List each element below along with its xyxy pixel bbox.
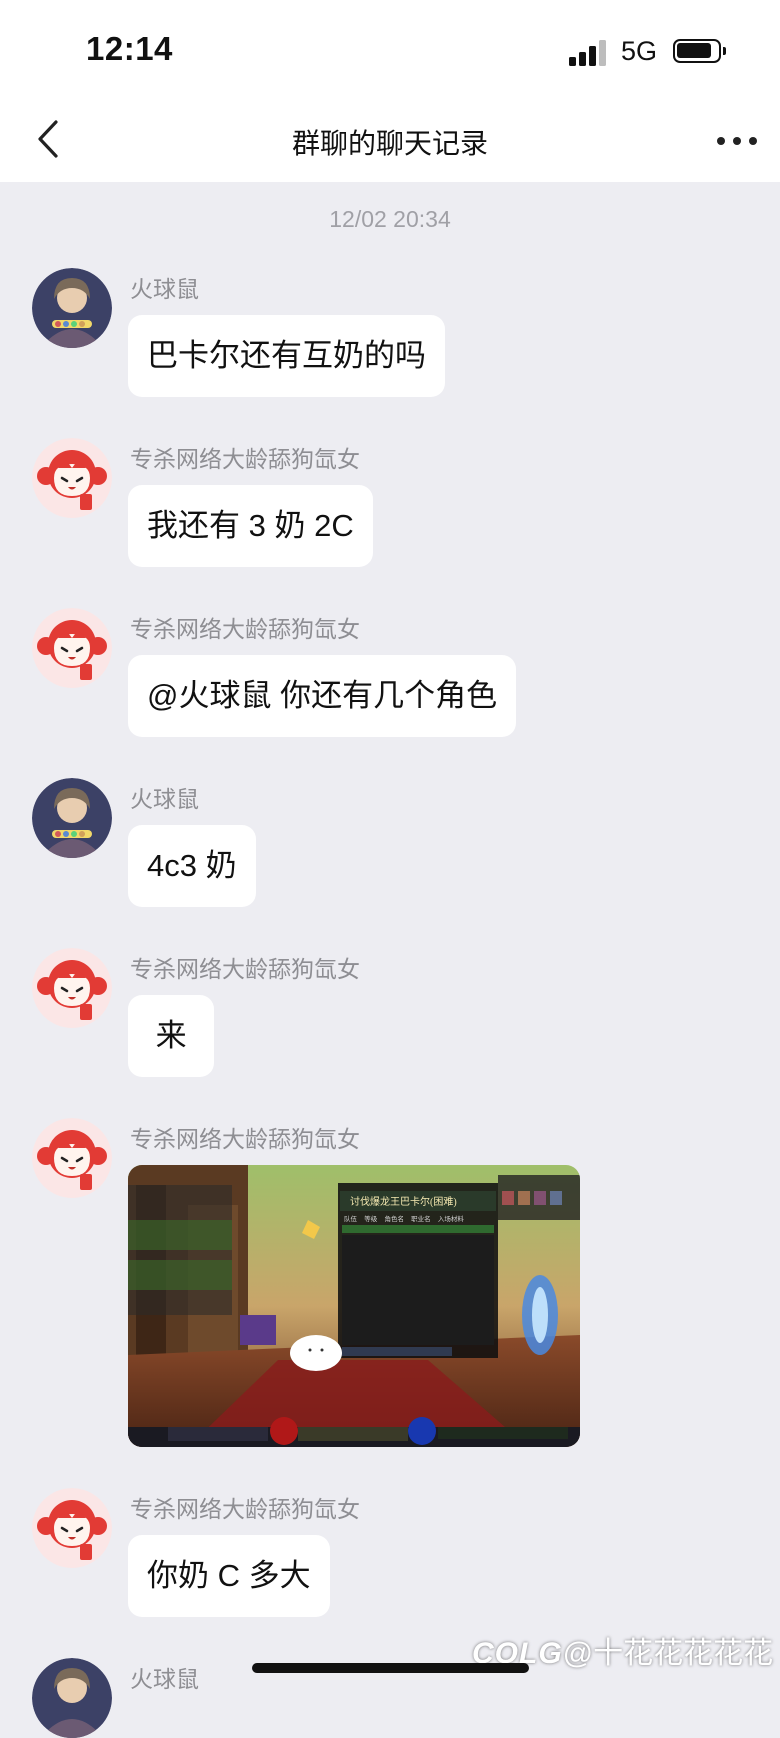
status-bar: 12:14 5G [0, 0, 780, 100]
user-avatar-icon [32, 778, 112, 858]
message-bubble[interactable]: 你奶 C 多大 [128, 1535, 330, 1617]
panel-table-header: 队伍 等级 角色名 职业名 入场材料 [344, 1214, 464, 1223]
game-screenshot-image: 讨伐爆龙王巴卡尔(困难) 队伍 等级 角色名 职业名 入场材料 [128, 1165, 580, 1447]
battery-icon [673, 39, 726, 63]
message-bubble[interactable]: @火球鼠 你还有几个角色 [128, 655, 517, 737]
watermark-text: @十花花花花花 [562, 1637, 774, 1670]
avatar[interactable] [32, 948, 112, 1028]
message-bubble[interactable]: 我还有 3 奶 2C [128, 485, 373, 567]
chat-history[interactable]: 12/02 20:34 火球鼠 巴卡尔还有互奶的吗 专杀网络大龄舔狗氙女 我还有… [0, 182, 780, 1738]
signal-bars-icon [569, 40, 609, 66]
sender-name: 专杀网络大龄舔狗氙女 [130, 616, 360, 642]
nav-bar: 群聊的聊天记录 [0, 100, 780, 182]
cartoon-girl-avatar-icon [32, 608, 112, 688]
image-message[interactable]: 讨伐爆龙王巴卡尔(困难) 队伍 等级 角色名 职业名 入场材料 [128, 1165, 580, 1447]
avatar[interactable] [32, 268, 112, 348]
sender-name: 专杀网络大龄舔狗氙女 [130, 956, 360, 982]
page-title: 群聊的聊天记录 [291, 128, 488, 159]
network-label: 5G [621, 36, 658, 66]
sender-name: 专杀网络大龄舔狗氙女 [130, 1496, 360, 1522]
sender-name: 火球鼠 [130, 1666, 199, 1692]
sender-name: 专杀网络大龄舔狗氙女 [130, 1126, 360, 1152]
message-bubble[interactable]: 来 [128, 995, 215, 1077]
more-dots-icon [717, 137, 757, 145]
avatar[interactable] [32, 438, 112, 518]
avatar[interactable] [32, 1488, 112, 1568]
cartoon-girl-avatar-icon [32, 1488, 112, 1568]
message-bubble[interactable]: 巴卡尔还有互奶的吗 [128, 315, 445, 397]
status-time: 12:14 [86, 30, 173, 67]
sender-name: 火球鼠 [130, 786, 199, 812]
avatar[interactable] [32, 608, 112, 688]
panel-title: 讨伐爆龙王巴卡尔(困难) [350, 1195, 457, 1208]
cartoon-girl-avatar-icon [32, 1118, 112, 1198]
more-button[interactable] [712, 126, 762, 156]
avatar[interactable] [32, 778, 112, 858]
avatar[interactable] [32, 1658, 112, 1738]
home-indicator[interactable] [252, 1663, 529, 1673]
avatar[interactable] [32, 1118, 112, 1198]
user-avatar-icon [32, 268, 112, 348]
sender-name: 专杀网络大龄舔狗氙女 [130, 446, 360, 472]
message-bubble[interactable]: 4c3 奶 [128, 825, 256, 907]
sender-name: 火球鼠 [130, 276, 199, 302]
cartoon-girl-avatar-icon [32, 438, 112, 518]
chat-timestamp: 12/02 20:34 [329, 206, 451, 232]
cartoon-girl-avatar-icon [32, 948, 112, 1028]
user-avatar-icon [32, 1658, 112, 1738]
